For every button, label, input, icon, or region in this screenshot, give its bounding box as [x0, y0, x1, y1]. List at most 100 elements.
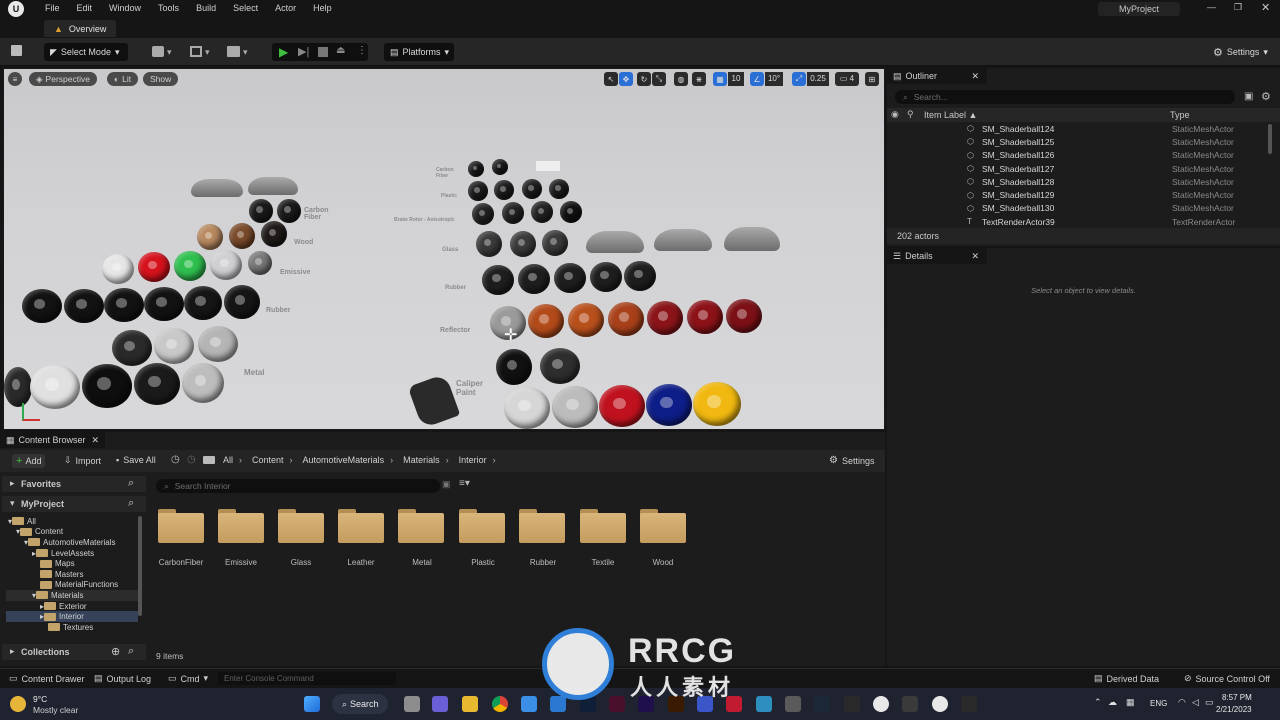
shader-ball[interactable] [568, 303, 604, 337]
source-control-button[interactable]: ⊘ Source Control Off [1184, 673, 1270, 684]
shader-ball[interactable] [102, 254, 134, 284]
language-indicator[interactable]: ENG [1150, 699, 1167, 708]
close-icon[interactable]: ✕ [91, 435, 99, 446]
scale-tool-icon[interactable]: ⤡ [652, 72, 666, 86]
platforms-dropdown[interactable]: ▤ Platforms ▾ [384, 43, 454, 61]
shader-ball[interactable] [504, 387, 550, 429]
tab-overview[interactable]: ▲ Overview [44, 20, 117, 37]
shader-ball[interactable] [229, 223, 255, 249]
shader-ball[interactable] [528, 304, 564, 338]
scale-snap-icon[interactable]: ⤢ [792, 72, 806, 86]
asset-folder-plastic[interactable] [459, 509, 505, 543]
close-icon[interactable]: ✕ [971, 251, 979, 262]
shader-ball[interactable] [540, 348, 580, 384]
shader-ball[interactable] [82, 364, 132, 408]
world-space-icon[interactable]: ◍ [674, 72, 688, 86]
volume-icon[interactable]: ◁ [1192, 697, 1199, 708]
shader-ball[interactable] [154, 328, 194, 364]
content-drawer-button[interactable]: ▭ Content Drawer [9, 673, 85, 684]
asset-folder-carbonfiber[interactable] [158, 509, 204, 543]
rotation-snap-icon[interactable]: ∠ [750, 72, 764, 86]
search-icon[interactable]: ⌕ [128, 497, 134, 510]
app-3-icon[interactable] [756, 696, 772, 712]
close-icon[interactable]: ✕ [971, 71, 979, 82]
shader-ball[interactable] [64, 289, 104, 323]
shader-ball[interactable] [510, 231, 536, 257]
menu-file[interactable]: File [45, 3, 60, 13]
maximize-icon[interactable]: ❐ [1234, 2, 1242, 13]
app-4-icon[interactable] [785, 696, 801, 712]
close-window-icon[interactable]: ✕ [1261, 1, 1270, 14]
shader-ball[interactable] [261, 221, 287, 247]
shader-ball[interactable] [522, 179, 542, 199]
shader-ball[interactable] [549, 179, 569, 199]
shader-ball[interactable] [182, 363, 224, 403]
add-collection-icon[interactable]: ⊕ [111, 645, 120, 658]
chevron-down-icon[interactable]: ▾ [243, 47, 248, 58]
shader-ball[interactable] [248, 251, 272, 275]
chevron-right-icon[interactable]: › [493, 455, 496, 465]
menu-edit[interactable]: Edit [77, 3, 93, 13]
outliner-row[interactable]: ⬡ SM_Shaderball125 StaticMeshActor [887, 135, 1267, 148]
menu-select[interactable]: Select [233, 3, 258, 13]
menu-window[interactable]: Window [109, 3, 141, 13]
project-header[interactable]: ▾ MyProject ⌕ [2, 496, 146, 512]
epic-launcher-icon[interactable] [961, 696, 977, 712]
tree-item-textures[interactable]: Textures [6, 622, 138, 633]
camera-speed-button[interactable]: ▭ 4 [835, 72, 859, 86]
tree-item-materials[interactable]: ▾ Materials [6, 590, 138, 601]
history-forward-icon[interactable]: ◷ [187, 454, 196, 465]
shader-ball[interactable] [249, 199, 273, 223]
surface-snap-icon[interactable]: ⋇ [692, 72, 706, 86]
shader-ball[interactable] [224, 285, 260, 319]
chevron-up-icon[interactable]: ⌃ [1094, 697, 1102, 708]
show-button[interactable]: Show [143, 72, 179, 86]
shader-ball[interactable] [482, 265, 514, 295]
asset-folder-metal[interactable] [398, 509, 444, 543]
weather-widget[interactable]: 9°C Mostly clear [10, 692, 90, 716]
translate-tool-icon[interactable]: ✥ [619, 72, 633, 86]
save-icon[interactable] [11, 45, 22, 56]
clock-date[interactable]: 2/21/2023 [1216, 705, 1252, 714]
menu-build[interactable]: Build [196, 3, 216, 13]
hamburger-menu-icon[interactable]: ≡ [8, 72, 22, 86]
move-gizmo-icon[interactable]: ✛ [504, 325, 517, 345]
settings-button[interactable]: ⚙ Settings ▾ [1207, 43, 1274, 61]
breadcrumb-item[interactable]: All [223, 455, 233, 465]
derived-data-button[interactable]: ▤ Derived Data [1094, 673, 1159, 684]
save-search-icon[interactable]: ▣ [442, 479, 451, 490]
tree-item-exterior[interactable]: ▸ Exterior [6, 601, 138, 612]
shader-ball[interactable] [174, 251, 206, 281]
epic-games-icon[interactable] [844, 696, 860, 712]
rotate-tool-icon[interactable]: ↻ [637, 72, 651, 86]
search-icon[interactable]: ⌕ [128, 645, 134, 658]
shader-ball[interactable] [277, 199, 301, 223]
shader-ball[interactable] [104, 288, 144, 322]
shader-ball[interactable] [468, 161, 484, 177]
shader-ball[interactable] [492, 159, 508, 175]
advance-frame-icon[interactable]: ▶| [298, 45, 309, 58]
tree-item-content[interactable]: ▾ Content [6, 527, 138, 538]
menu-actor[interactable]: Actor [275, 3, 296, 13]
shader-ball[interactable] [468, 181, 488, 201]
clock-time[interactable]: 8:57 PM [1222, 693, 1252, 702]
tree-item-level-assets[interactable]: ▸ LevelAssets [6, 548, 138, 559]
content-browser-tab[interactable]: ▦ Content Browser ✕ [0, 432, 105, 448]
breadcrumb-item[interactable]: Materials [403, 455, 440, 465]
shader-ball[interactable] [138, 252, 170, 282]
shader-ball[interactable] [542, 230, 568, 256]
wifi-icon[interactable]: ◠ [1178, 697, 1186, 708]
blueprint-icon[interactable] [190, 46, 202, 57]
menu-help[interactable]: Help [313, 3, 332, 13]
shader-ball[interactable] [496, 349, 532, 385]
shader-ball[interactable] [4, 367, 32, 407]
shader-ball[interactable] [476, 231, 502, 257]
breadcrumb-item[interactable]: AutomotiveMaterials [303, 455, 385, 465]
shader-ball[interactable] [693, 382, 741, 426]
chevron-right-icon[interactable]: › [290, 455, 293, 465]
more-options-icon[interactable]: ⋮ [357, 45, 367, 56]
outliner-row[interactable]: ⬡ SM_Shaderball129 StaticMeshActor [887, 188, 1267, 201]
details-tab[interactable]: ☰ Details ✕ [887, 248, 987, 264]
chevron-right-icon[interactable]: › [239, 455, 242, 465]
history-back-icon[interactable]: ◷ [171, 454, 180, 465]
